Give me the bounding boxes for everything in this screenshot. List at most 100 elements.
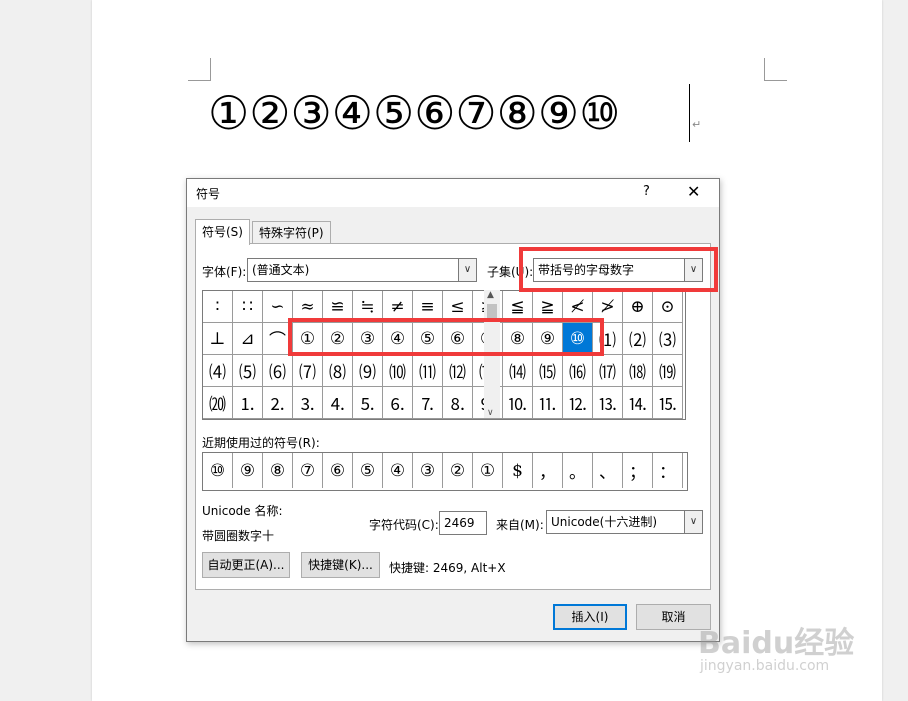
recent-symbol-cell[interactable]: 、 — [593, 453, 623, 488]
scroll-down-icon[interactable]: ∨ — [487, 408, 494, 418]
symbol-cell[interactable]: ⒆ — [653, 355, 683, 387]
subset-select[interactable]: 带括号的字母数字 ∨ — [533, 258, 703, 282]
symbol-cell[interactable]: ⒂ — [533, 355, 563, 387]
symbol-cell[interactable]: ⑹ — [263, 355, 293, 387]
scroll-up-icon[interactable]: ▲ — [487, 290, 494, 300]
char-code-input[interactable]: 2469 — [439, 511, 487, 535]
recent-symbol-cell[interactable]: ④ — [383, 453, 413, 488]
symbol-cell[interactable]: ⒃ — [563, 355, 593, 387]
recent-symbol-cell[interactable]: ； — [623, 453, 653, 488]
font-label: 字体(F): — [202, 265, 247, 279]
symbol-cell[interactable]: ≯ — [593, 291, 623, 323]
symbol-cell[interactable]: ⒇ — [203, 387, 233, 419]
symbol-cell[interactable]: ⒑ — [503, 387, 533, 419]
symbol-cell[interactable]: ≮ — [563, 291, 593, 323]
symbol-cell[interactable]: ④ — [383, 323, 413, 355]
symbol-cell[interactable]: ⒎ — [413, 387, 443, 419]
recent-symbol-cell[interactable]: ⑩ — [203, 453, 233, 488]
recent-symbol-cell[interactable]: ① — [473, 453, 503, 488]
insert-button[interactable]: 插入(I) — [553, 604, 627, 630]
symbol-cell[interactable]: ≌ — [323, 291, 353, 323]
font-select[interactable]: (普通文本) ∨ — [247, 258, 477, 282]
symbol-cell[interactable]: ∶ — [203, 291, 233, 323]
close-button[interactable]: ✕ — [687, 182, 700, 201]
symbol-cell[interactable]: ≡ — [413, 291, 443, 323]
scroll-thumb[interactable] — [487, 304, 497, 320]
symbol-cell[interactable]: ∷ — [233, 291, 263, 323]
symbol-cell[interactable]: ⒕ — [623, 387, 653, 419]
symbol-cell[interactable]: ⊥ — [203, 323, 233, 355]
symbol-cell[interactable]: ⑧ — [503, 323, 533, 355]
symbol-cell[interactable]: ≦ — [503, 291, 533, 323]
symbol-cell[interactable]: ⒊ — [293, 387, 323, 419]
symbol-cell[interactable]: ∽ — [263, 291, 293, 323]
symbol-cell[interactable]: ⌒ — [263, 323, 293, 355]
symbol-cell[interactable]: ⒉ — [263, 387, 293, 419]
recent-symbol-cell[interactable]: ， — [533, 453, 563, 488]
from-select[interactable]: Unicode(十六进制) ∨ — [546, 510, 703, 534]
tab-special-characters[interactable]: 特殊字符(P) — [252, 221, 331, 244]
symbol-cell[interactable]: ≠ — [383, 291, 413, 323]
symbol-cell[interactable]: ⑩ — [563, 323, 593, 355]
chevron-down-icon[interactable]: ∨ — [684, 511, 702, 533]
symbol-cell[interactable]: ⒅ — [623, 355, 653, 387]
symbol-cell[interactable]: ⒋ — [323, 387, 353, 419]
symbol-cell[interactable]: ⑴ — [593, 323, 623, 355]
dialog-titlebar[interactable]: 符号 ? ✕ — [187, 179, 719, 207]
symbol-cell[interactable]: ⑵ — [623, 323, 653, 355]
symbol-cell[interactable]: ③ — [353, 323, 383, 355]
symbol-cell[interactable]: ⒖ — [653, 387, 683, 419]
symbol-cell[interactable]: ⒏ — [443, 387, 473, 419]
symbol-cell[interactable]: ⑥ — [443, 323, 473, 355]
symbol-cell[interactable]: ⑷ — [203, 355, 233, 387]
symbol-grid-scrollbar[interactable]: ▲ ∨ — [484, 290, 500, 418]
document-text-line[interactable]: ①②③④⑤⑥⑦⑧⑨⑩ — [208, 86, 620, 140]
symbol-cell[interactable]: ⒈ — [233, 387, 263, 419]
symbol-cell[interactable]: ⑨ — [533, 323, 563, 355]
recent-symbol-cell[interactable]: 。 — [563, 453, 593, 488]
unicode-name-value: 带圆圈数字十 — [202, 529, 275, 543]
chevron-down-icon[interactable]: ∨ — [458, 259, 476, 281]
symbol-cell[interactable]: ⑾ — [413, 355, 443, 387]
symbol-cell[interactable]: ≧ — [533, 291, 563, 323]
crop-mark-top-left — [188, 58, 211, 81]
symbol-cell[interactable]: ⊙ — [653, 291, 683, 323]
symbol-cell[interactable]: ⑼ — [353, 355, 383, 387]
symbol-cell[interactable]: ⑤ — [413, 323, 443, 355]
symbol-cell[interactable]: ⑿ — [443, 355, 473, 387]
recent-symbol-cell[interactable]: ② — [443, 453, 473, 488]
symbol-cell[interactable]: ⒒ — [533, 387, 563, 419]
symbol-cell[interactable]: ② — [323, 323, 353, 355]
symbol-cell[interactable]: ⒁ — [503, 355, 533, 387]
symbol-cell[interactable]: ⒌ — [353, 387, 383, 419]
chevron-down-icon[interactable]: ∨ — [684, 259, 702, 281]
autocorrect-button[interactable]: 自动更正(A)... — [202, 552, 290, 578]
recent-symbol-cell[interactable]: ③ — [413, 453, 443, 488]
tab-symbols[interactable]: 符号(S) — [195, 219, 250, 245]
symbol-cell[interactable]: ⊿ — [233, 323, 263, 355]
shortcut-key-button[interactable]: 快捷键(K)... — [301, 552, 380, 578]
symbol-cell[interactable]: ≒ — [353, 291, 383, 323]
symbol-cell[interactable]: ⒓ — [563, 387, 593, 419]
recent-symbol-cell[interactable]: ⑤ — [353, 453, 383, 488]
recent-symbol-cell[interactable]: ⑨ — [233, 453, 263, 488]
symbol-cell[interactable]: ≤ — [443, 291, 473, 323]
symbol-cell[interactable]: ⑺ — [293, 355, 323, 387]
symbol-cell[interactable]: ⑸ — [233, 355, 263, 387]
symbol-cell[interactable]: ≈ — [293, 291, 323, 323]
symbol-cell[interactable]: ⑻ — [323, 355, 353, 387]
symbol-cell[interactable]: ⒄ — [593, 355, 623, 387]
document-text[interactable]: ①②③④⑤⑥⑦⑧⑨⑩ — [208, 86, 620, 140]
symbol-cell[interactable]: ⊕ — [623, 291, 653, 323]
recent-symbol-cell[interactable]: ⑦ — [293, 453, 323, 488]
symbol-cell[interactable]: ⒔ — [593, 387, 623, 419]
help-button[interactable]: ? — [643, 184, 650, 199]
symbol-cell[interactable]: ⒍ — [383, 387, 413, 419]
symbol-cell[interactable]: ① — [293, 323, 323, 355]
recent-symbol-cell[interactable]: $ — [503, 453, 533, 488]
recent-symbol-cell[interactable]: ⑥ — [323, 453, 353, 488]
symbol-cell[interactable]: ⑽ — [383, 355, 413, 387]
symbol-cell[interactable]: ⑶ — [653, 323, 683, 355]
recent-symbol-cell[interactable]: ⑧ — [263, 453, 293, 488]
recent-symbol-cell[interactable]: ： — [653, 453, 683, 488]
